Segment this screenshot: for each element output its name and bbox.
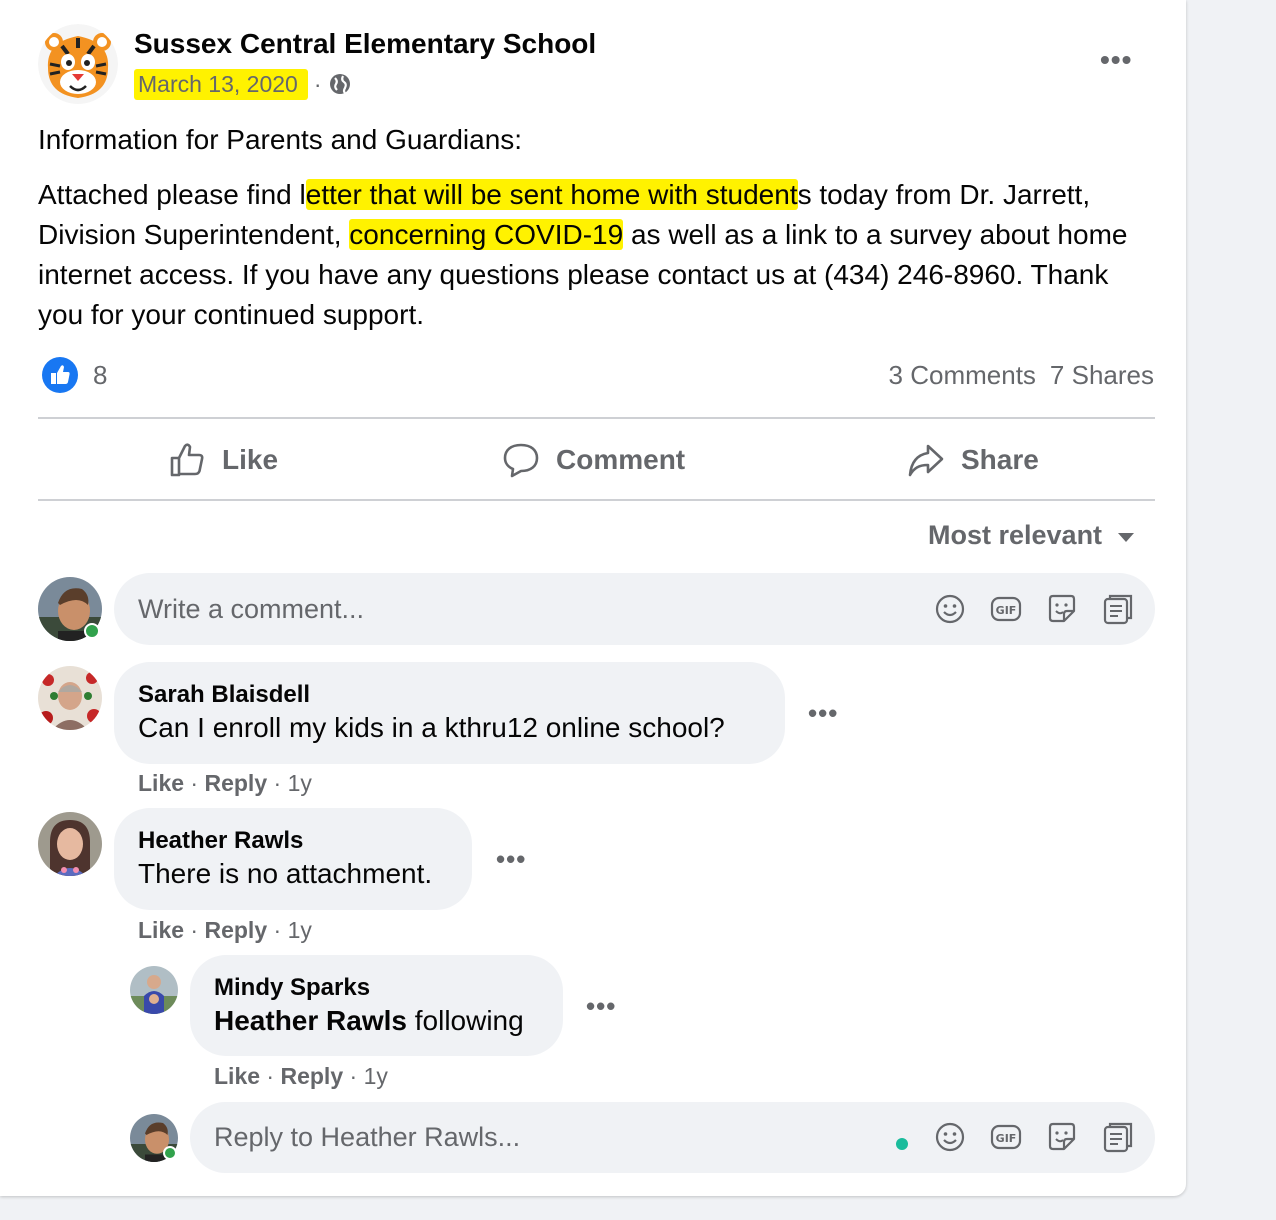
commenter-avatar[interactable]	[38, 812, 102, 876]
online-status-dot	[163, 1146, 177, 1160]
emoji-icon[interactable]	[934, 1121, 966, 1153]
comments-count[interactable]: 3 Comments	[889, 360, 1036, 390]
comment-actions: Like · Reply · 1y	[138, 917, 312, 943]
comment-reply-link[interactable]: Reply	[204, 917, 267, 943]
like-reaction-icon[interactable]	[42, 357, 78, 393]
comment-like-link[interactable]: Like	[138, 770, 184, 796]
sticker-icon[interactable]	[1046, 1121, 1078, 1153]
comment-more-icon[interactable]: •••	[808, 698, 838, 729]
share-button[interactable]: Share	[907, 438, 1039, 482]
reply-reply-link[interactable]: Reply	[280, 1063, 343, 1089]
shares-count[interactable]: 7 Shares	[1050, 360, 1154, 390]
comment-actions: Like · Reply · 1y	[138, 770, 312, 796]
like-count[interactable]: 8	[93, 360, 107, 391]
reply-composer-tools: GIF	[934, 1121, 1134, 1153]
commenter-avatar[interactable]	[38, 666, 102, 730]
share-icon	[908, 444, 944, 477]
comment-button[interactable]: Comment	[502, 438, 685, 482]
reply-body: following	[414, 1005, 524, 1036]
page-name[interactable]: Sussex Central Elementary School	[134, 28, 596, 60]
comment-like-link[interactable]: Like	[138, 917, 184, 943]
gif-icon[interactable]: GIF	[990, 1121, 1022, 1153]
reply-input[interactable]	[214, 1122, 874, 1153]
reply-timestamp[interactable]: 1y	[364, 1063, 388, 1089]
comment-bubble: Sarah Blaisdell Can I enroll my kids in …	[114, 662, 785, 764]
reply-like-link[interactable]: Like	[214, 1063, 260, 1089]
comment-sort-dropdown[interactable]: Most relevant	[928, 520, 1135, 551]
comment-reply-link[interactable]: Reply	[204, 770, 267, 796]
globe-icon	[329, 74, 350, 94]
comment-bubble: Heather Rawls There is no attachment.	[114, 808, 472, 910]
post-intro: Information for Parents and Guardians:	[38, 124, 523, 155]
meta-separator: ·	[313, 70, 322, 97]
share-label: Share	[961, 444, 1039, 475]
comment-timestamp[interactable]: 1y	[288, 917, 312, 943]
comment-label: Comment	[556, 444, 686, 475]
reply-more-icon[interactable]: •••	[586, 991, 616, 1022]
svg-text:GIF: GIF	[996, 604, 1017, 617]
post-body-part: Attached please find l	[38, 179, 306, 210]
highlighted-text: etter that will be sent home with studen…	[305, 179, 798, 210]
highlighted-text: concerning COVID-19	[349, 219, 624, 250]
mention-link[interactable]: Heather Rawls	[214, 1005, 407, 1036]
comment-timestamp[interactable]: 1y	[288, 770, 312, 796]
sticker-icon[interactable]	[1046, 593, 1078, 625]
caret-down-icon	[1118, 533, 1135, 542]
online-status-dot	[84, 623, 100, 639]
reply-actions: Like · Reply · 1y	[214, 1063, 388, 1089]
replier-name[interactable]: Mindy Sparks	[214, 973, 539, 1003]
reply-text: Heather Rawls following	[214, 1003, 539, 1039]
emoji-icon[interactable]	[934, 593, 966, 625]
commenter-name[interactable]: Sarah Blaisdell	[138, 680, 761, 710]
comment-icon	[503, 443, 539, 478]
comment-more-icon[interactable]: •••	[496, 844, 526, 875]
page-avatar[interactable]	[38, 24, 118, 104]
post-body: Attached please find letter that will be…	[38, 175, 1148, 335]
more-options-icon[interactable]: •••	[1100, 46, 1140, 74]
divider	[38, 417, 1155, 419]
post-date[interactable]: March 13, 2020	[134, 68, 308, 100]
sort-label: Most relevant	[928, 520, 1103, 550]
avatar-sticker-icon[interactable]	[1102, 593, 1134, 625]
like-label: Like	[222, 444, 279, 475]
svg-text:GIF: GIF	[996, 1132, 1017, 1145]
post-meta: March 13, 2020 ·	[134, 66, 352, 102]
post-card: Sussex Central Elementary School March 1…	[0, 0, 1186, 1196]
commenter-name[interactable]: Heather Rawls	[138, 826, 448, 856]
avatar-sticker-icon[interactable]	[1102, 1121, 1134, 1153]
like-button[interactable]: Like	[168, 438, 278, 482]
comment-input[interactable]	[138, 593, 898, 625]
composer-tools: GIF	[934, 593, 1134, 625]
replier-avatar[interactable]	[130, 966, 178, 1014]
reply-bubble: Mindy Sparks Heather Rawls following	[190, 955, 563, 1056]
typing-indicator-dot	[896, 1138, 908, 1150]
comment-text: There is no attachment.	[138, 858, 433, 889]
comment-text: Can I enroll my kids in a kthru12 online…	[138, 712, 725, 743]
thumbs-up-icon	[170, 443, 204, 477]
divider	[38, 499, 1155, 501]
gif-icon[interactable]: GIF	[990, 593, 1022, 625]
engagement-counts: 3 Comments 7 Shares	[889, 360, 1154, 391]
